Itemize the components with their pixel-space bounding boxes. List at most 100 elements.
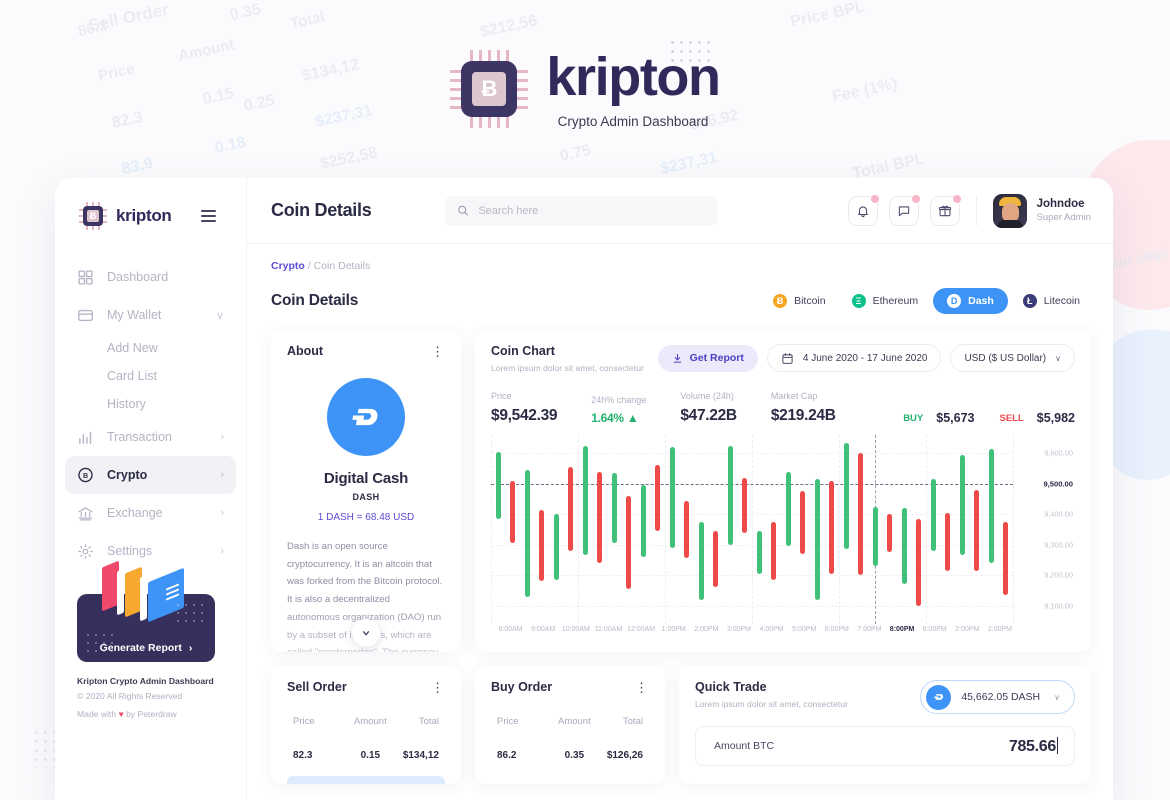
- coin-tab-dash[interactable]: D Dash: [933, 288, 1008, 314]
- user-menu[interactable]: Johndoe Super Admin: [992, 193, 1091, 228]
- coin-tab-litecoin[interactable]: Ł Litecoin: [1012, 288, 1091, 314]
- candlestick-bar: [524, 470, 530, 597]
- stat-24h-change: 24h% change 1.64% ▲: [591, 395, 646, 425]
- coin-chart-card: Coin Chart Lorem ipsum dolor sit amet, c…: [475, 330, 1091, 652]
- main-content: Coin Details Search here Johndoe Super A…: [247, 178, 1113, 800]
- stat-value: $219.24B: [770, 407, 836, 424]
- chevron-icon: ›: [220, 469, 224, 481]
- svg-text:B: B: [83, 472, 88, 480]
- column-header: Price: [497, 715, 519, 727]
- cell-amount: 0.18: [346, 784, 396, 785]
- table-row[interactable]: 86.2 0.35 $126,26: [491, 742, 649, 768]
- candlestick-bar: [684, 500, 690, 559]
- stat-label: Volume (24h): [680, 391, 734, 401]
- sidebar-subitem-card-list[interactable]: Card List: [65, 362, 236, 390]
- gift-badge: [952, 194, 961, 203]
- cell-amount: 0.22: [550, 784, 600, 785]
- gear-icon: [77, 543, 94, 560]
- gridline-vertical: [839, 435, 840, 624]
- text-cursor: [1057, 736, 1058, 754]
- gifts-button[interactable]: [929, 194, 961, 226]
- x-axis-tick: 7:00PM: [857, 626, 882, 633]
- column-header: Amount: [353, 715, 387, 727]
- search-icon: [458, 205, 469, 216]
- dash-glyph: [352, 408, 378, 426]
- quick-trade-card: Quick Trade Lorem ipsum dolor sit amet, …: [679, 666, 1091, 784]
- date-range-picker[interactable]: 4 June 2020 - 17 June 2020: [766, 344, 942, 372]
- sidebar-item-crypto[interactable]: B Crypto ›: [65, 456, 236, 494]
- messages-button[interactable]: [888, 194, 920, 226]
- breadcrumb-current: Coin Details: [313, 260, 371, 272]
- candlestick-bar: [814, 479, 820, 600]
- sell-order-kebab-menu-icon[interactable]: ⋮: [431, 681, 445, 694]
- notifications-button[interactable]: [847, 194, 879, 226]
- hamburger-icon[interactable]: [201, 210, 216, 222]
- download-icon: [673, 353, 681, 363]
- candlestick-chart[interactable]: 9,600.00 9,500.00 9,400.00 9,300.00 9,200.00…: [491, 435, 1075, 642]
- sidebar-nav: Dashboard My Wallet ∨ Add New Card List Histo…: [55, 258, 246, 570]
- about-kebab-menu-icon[interactable]: ⋮: [431, 345, 445, 358]
- dash-logo-icon: [327, 378, 405, 456]
- gridline-vertical: [752, 435, 753, 624]
- candlestick-bar: [974, 489, 980, 571]
- candlestick-bar: [510, 480, 516, 544]
- x-axis-tick: 12:00AM: [627, 626, 656, 633]
- coin-tab-bitcoin[interactable]: Ƀ Bitcoin: [762, 288, 837, 314]
- candlestick-bar: [829, 480, 835, 574]
- x-axis-tick: 8:00PM: [922, 626, 947, 633]
- candlestick-bar: [582, 445, 588, 556]
- footer-credit: Made with ♥ by Peterdraw: [77, 707, 215, 722]
- x-axis-tick: 2:00PM: [955, 626, 980, 633]
- currency-label: USD ($ US Dollar): [964, 352, 1047, 364]
- search-input[interactable]: [478, 204, 706, 217]
- sidebar-subitem-history[interactable]: History: [65, 390, 236, 418]
- amount-field[interactable]: Amount BTC 785.66: [695, 726, 1075, 766]
- column-header: Amount: [557, 715, 591, 727]
- table-row[interactable]: 84.10.22$118,04: [491, 776, 649, 785]
- gift-icon: [938, 205, 951, 216]
- buy-tag: BUY: [903, 412, 924, 424]
- table-row[interactable]: 82.3 0.15 $134,12: [287, 742, 445, 768]
- sidebar-item-my-wallet[interactable]: My Wallet ∨: [65, 296, 236, 334]
- sidebar-brand[interactable]: Ƀ kripton: [55, 196, 246, 230]
- sidebar-item-transaction[interactable]: Transaction ›: [65, 418, 236, 456]
- expand-description-button[interactable]: [352, 619, 380, 647]
- candlestick-bar: [930, 479, 936, 551]
- breadcrumb-crypto[interactable]: Crypto: [271, 260, 305, 272]
- y-axis-tick: 9,600.00: [1044, 448, 1073, 458]
- footer-line-2: © 2020 All Rights Reserved: [77, 690, 183, 701]
- candlestick-bar: [959, 454, 965, 556]
- app-window: Ƀ kripton Dashboard My Wallet ∨ Add New Card…: [55, 178, 1113, 800]
- y-axis-tick: 9,400.00: [1044, 509, 1073, 519]
- sidebar-item-exchange[interactable]: Exchange ›: [65, 494, 236, 532]
- generate-report-promo[interactable]: Generate Report › Kripton Crypto Admin D…: [77, 560, 215, 722]
- sell-order-card: Sell Order ⋮ Price Amount Total 82.3 0.15 $13…: [271, 666, 461, 784]
- chart-subtitle: Lorem ipsum dolor sit amet, consectetur: [491, 363, 644, 373]
- about-card: About ⋮ Digital Cash DASH 1 DASH = 68.48…: [271, 330, 461, 652]
- currency-select[interactable]: USD ($ US Dollar) ∨: [950, 344, 1075, 372]
- coin-tab-ethereum[interactable]: Ξ Ethereum: [841, 288, 930, 314]
- table-row[interactable]: 83.90.18$237,31: [287, 776, 445, 784]
- search-box[interactable]: [445, 195, 718, 226]
- sidebar-item-dashboard[interactable]: Dashboard: [65, 258, 236, 296]
- coin-tab-label: Litecoin: [1043, 295, 1080, 307]
- stat-label: Price: [491, 391, 512, 401]
- candlestick-bar: [742, 477, 748, 533]
- candlestick-bar: [771, 521, 777, 580]
- amount-value[interactable]: 785.66: [1009, 736, 1058, 756]
- wallet-select[interactable]: 45,662.05 DASH ∨: [920, 680, 1075, 714]
- buy-order-kebab-menu-icon[interactable]: ⋮: [635, 681, 649, 694]
- cell-total: $126,26: [606, 749, 643, 761]
- stat-value: $47.22B: [680, 407, 737, 424]
- sidebar-brand-name: kripton: [116, 206, 172, 225]
- sell-value: $5,982: [1036, 411, 1075, 425]
- candlestick-bar: [611, 473, 617, 544]
- get-report-button[interactable]: Get Report: [657, 344, 758, 372]
- message-badge: [911, 194, 920, 203]
- chart-title: Coin Chart: [491, 344, 555, 358]
- chevron-icon: ›: [220, 507, 224, 519]
- sidebar-subitem-add-new[interactable]: Add New: [65, 334, 236, 362]
- sidebar-item-label: Transaction: [107, 430, 172, 444]
- cell-price: 82.3: [293, 749, 313, 761]
- candlestick-bar: [756, 531, 762, 574]
